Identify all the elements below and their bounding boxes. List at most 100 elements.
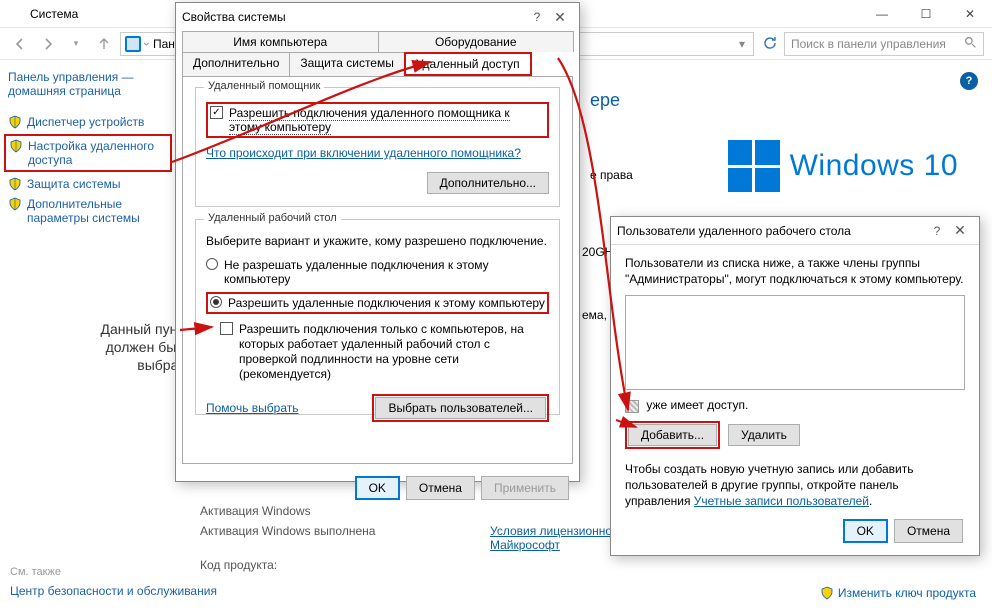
remote-desktop-group: Удаленный рабочий стол Выберите вариант … [195, 219, 560, 415]
cancel-label: Отмена [419, 481, 462, 495]
group-legend: Удаленный рабочий стол [204, 212, 341, 224]
refresh-icon[interactable] [762, 35, 780, 53]
windows10-brand: Windows 10 [728, 140, 958, 192]
tab-strip: Имя компьютера Оборудование Дополнительн… [182, 31, 573, 76]
cancel-button[interactable]: Отмена [406, 476, 475, 500]
add-user-button[interactable]: Добавить... [628, 424, 717, 446]
radio-icon [206, 258, 218, 270]
rdp-deny-radio[interactable]: Не разрешать удаленные подключения к это… [206, 258, 549, 286]
sidebar-item-label: Диспетчер устройств [27, 115, 144, 129]
shield-icon [9, 139, 23, 153]
cancel-label: Отмена [907, 524, 950, 538]
radio-label: Разрешить удаленные подключения к этому … [228, 296, 545, 310]
shield-icon [8, 177, 22, 191]
annotation-text: Данный пункт должен быть выбран! [58, 320, 190, 375]
breadcrumb-segment[interactable]: Пан [153, 37, 175, 51]
shield-icon [8, 197, 22, 211]
caption-buttons: — ☐ ✕ [860, 0, 992, 28]
page-heading-fragment: ере [590, 90, 620, 111]
close-button[interactable]: ✕ [547, 9, 573, 26]
up-button[interactable] [92, 32, 116, 56]
already-has-access-label: уже имеет доступ. [646, 398, 748, 412]
dialog-titlebar[interactable]: Свойства системы ? ✕ [176, 3, 579, 31]
radio-icon [210, 296, 222, 308]
cancel-button[interactable]: Отмена [894, 519, 963, 543]
dialog-title: Пользователи удаленного рабочего стола [617, 224, 927, 238]
help-button[interactable]: ? [927, 224, 947, 238]
shield-icon [8, 115, 22, 129]
dialog-titlebar[interactable]: Пользователи удаленного рабочего стола ?… [611, 217, 979, 245]
current-user-access-row: уже имеет доступ. [625, 398, 965, 412]
checkbox-icon: ✓ [210, 106, 223, 119]
help-button[interactable]: ? [527, 10, 547, 24]
maximize-button[interactable]: ☐ [904, 0, 948, 28]
search-input[interactable]: Поиск в панели управления [784, 32, 984, 56]
dialog-title: Свойства системы [182, 10, 527, 24]
sidebar-footer: См. также Центр безопасности и обслужива… [10, 566, 217, 598]
add-label: Добавить... [641, 428, 704, 442]
rdp-intro: Выберите вариант и укажите, кому разреше… [206, 234, 549, 248]
users-listbox[interactable] [625, 295, 965, 390]
allow-remote-assistance-checkbox[interactable]: ✓ Разрешить подключения удаленного помощ… [206, 102, 549, 138]
activation-status-label: Активация Windows выполнена [200, 524, 390, 552]
help-icon[interactable]: ? [960, 72, 978, 90]
sidebar-item-label: Защита системы [27, 177, 120, 191]
breadcrumb-dropdown[interactable]: ▾ [735, 37, 749, 51]
user-pixelated-icon [625, 400, 639, 413]
system-properties-dialog: Свойства системы ? ✕ Имя компьютера Обор… [175, 2, 580, 482]
back-button[interactable] [8, 32, 32, 56]
dialog-button-row: OK Отмена Применить [176, 470, 579, 506]
recent-dropdown[interactable]: ▾ [64, 32, 88, 56]
sidebar-item-system-protection[interactable]: Защита системы [8, 174, 168, 194]
forward-button[interactable] [36, 32, 60, 56]
windows10-text: Windows 10 [790, 149, 958, 183]
sidebar-item-remote-settings[interactable]: Настройка удаленного доступа [4, 134, 172, 172]
change-product-key-link[interactable]: Изменить ключ продукта [820, 586, 976, 600]
rights-fragment: е права [590, 168, 633, 182]
tab-advanced[interactable]: Дополнительно [182, 52, 290, 76]
chevron-right-icon: › [140, 42, 154, 46]
ok-button[interactable]: OK [355, 476, 400, 500]
checkbox-label: Разрешить подключения только с компьютер… [239, 322, 549, 382]
select-users-label: Выбрать пользователей... [388, 401, 533, 415]
checkbox-label: Разрешить подключения удаленного помощни… [229, 106, 510, 135]
search-placeholder: Поиск в панели управления [791, 37, 946, 51]
sidebar-item-advanced-settings[interactable]: Дополнительные параметры системы [8, 194, 168, 228]
sidebar-link-security[interactable]: Центр безопасности и обслуживания [10, 584, 217, 598]
see-also-label: См. также [10, 566, 217, 578]
close-button[interactable]: ✕ [948, 0, 992, 28]
select-users-button[interactable]: Выбрать пользователей... [375, 397, 546, 419]
advanced-button[interactable]: Дополнительно... [427, 172, 549, 194]
checkbox-icon [220, 322, 233, 335]
tab-remote[interactable]: Удаленный доступ [404, 52, 532, 76]
product-code-label: Код продукта: [200, 558, 390, 572]
windows-logo-icon [728, 140, 780, 192]
tab-system-protection[interactable]: Защита системы [289, 52, 404, 76]
sidebar-item-label: Дополнительные параметры системы [27, 197, 168, 225]
rdp-allow-radio[interactable]: Разрешить удаленные подключения к этому … [206, 292, 549, 314]
tab-computer-name[interactable]: Имя компьютера [182, 31, 379, 52]
ok-button[interactable]: OK [843, 519, 888, 543]
apply-button[interactable]: Применить [481, 476, 569, 500]
search-icon [964, 36, 977, 52]
sidebar-header[interactable]: Панель управления — домашняя страница [8, 70, 168, 98]
minimize-button[interactable]: — [860, 0, 904, 28]
change-key-label: Изменить ключ продукта [838, 586, 976, 600]
remote-desktop-users-dialog: Пользователи удаленного рабочего стола ?… [610, 216, 980, 556]
close-button[interactable]: ✕ [947, 222, 973, 239]
group-legend: Удаленный помощник [204, 80, 324, 92]
tab-hardware[interactable]: Оборудование [378, 31, 575, 52]
dialog-button-row: OK Отмена [833, 513, 973, 549]
ok-label: OK [369, 481, 386, 495]
remove-label: Удалить [741, 428, 787, 442]
help-choose-link[interactable]: Помочь выбрать [206, 401, 299, 415]
advanced-button-label: Дополнительно... [440, 176, 536, 190]
user-accounts-link[interactable]: Учетные записи пользователей [694, 494, 869, 508]
remote-assistance-group: Удаленный помощник ✓ Разрешить подключен… [195, 87, 560, 207]
ok-label: OK [857, 524, 874, 538]
nla-checkbox[interactable]: Разрешить подключения только с компьютер… [206, 322, 549, 382]
create-account-hint: Чтобы создать новую учетную запись или д… [625, 461, 965, 510]
remote-assistance-help-link[interactable]: Что происходит при включении удаленного … [206, 146, 521, 160]
remove-user-button[interactable]: Удалить [728, 424, 800, 446]
sidebar-item-device-manager[interactable]: Диспетчер устройств [8, 112, 168, 132]
